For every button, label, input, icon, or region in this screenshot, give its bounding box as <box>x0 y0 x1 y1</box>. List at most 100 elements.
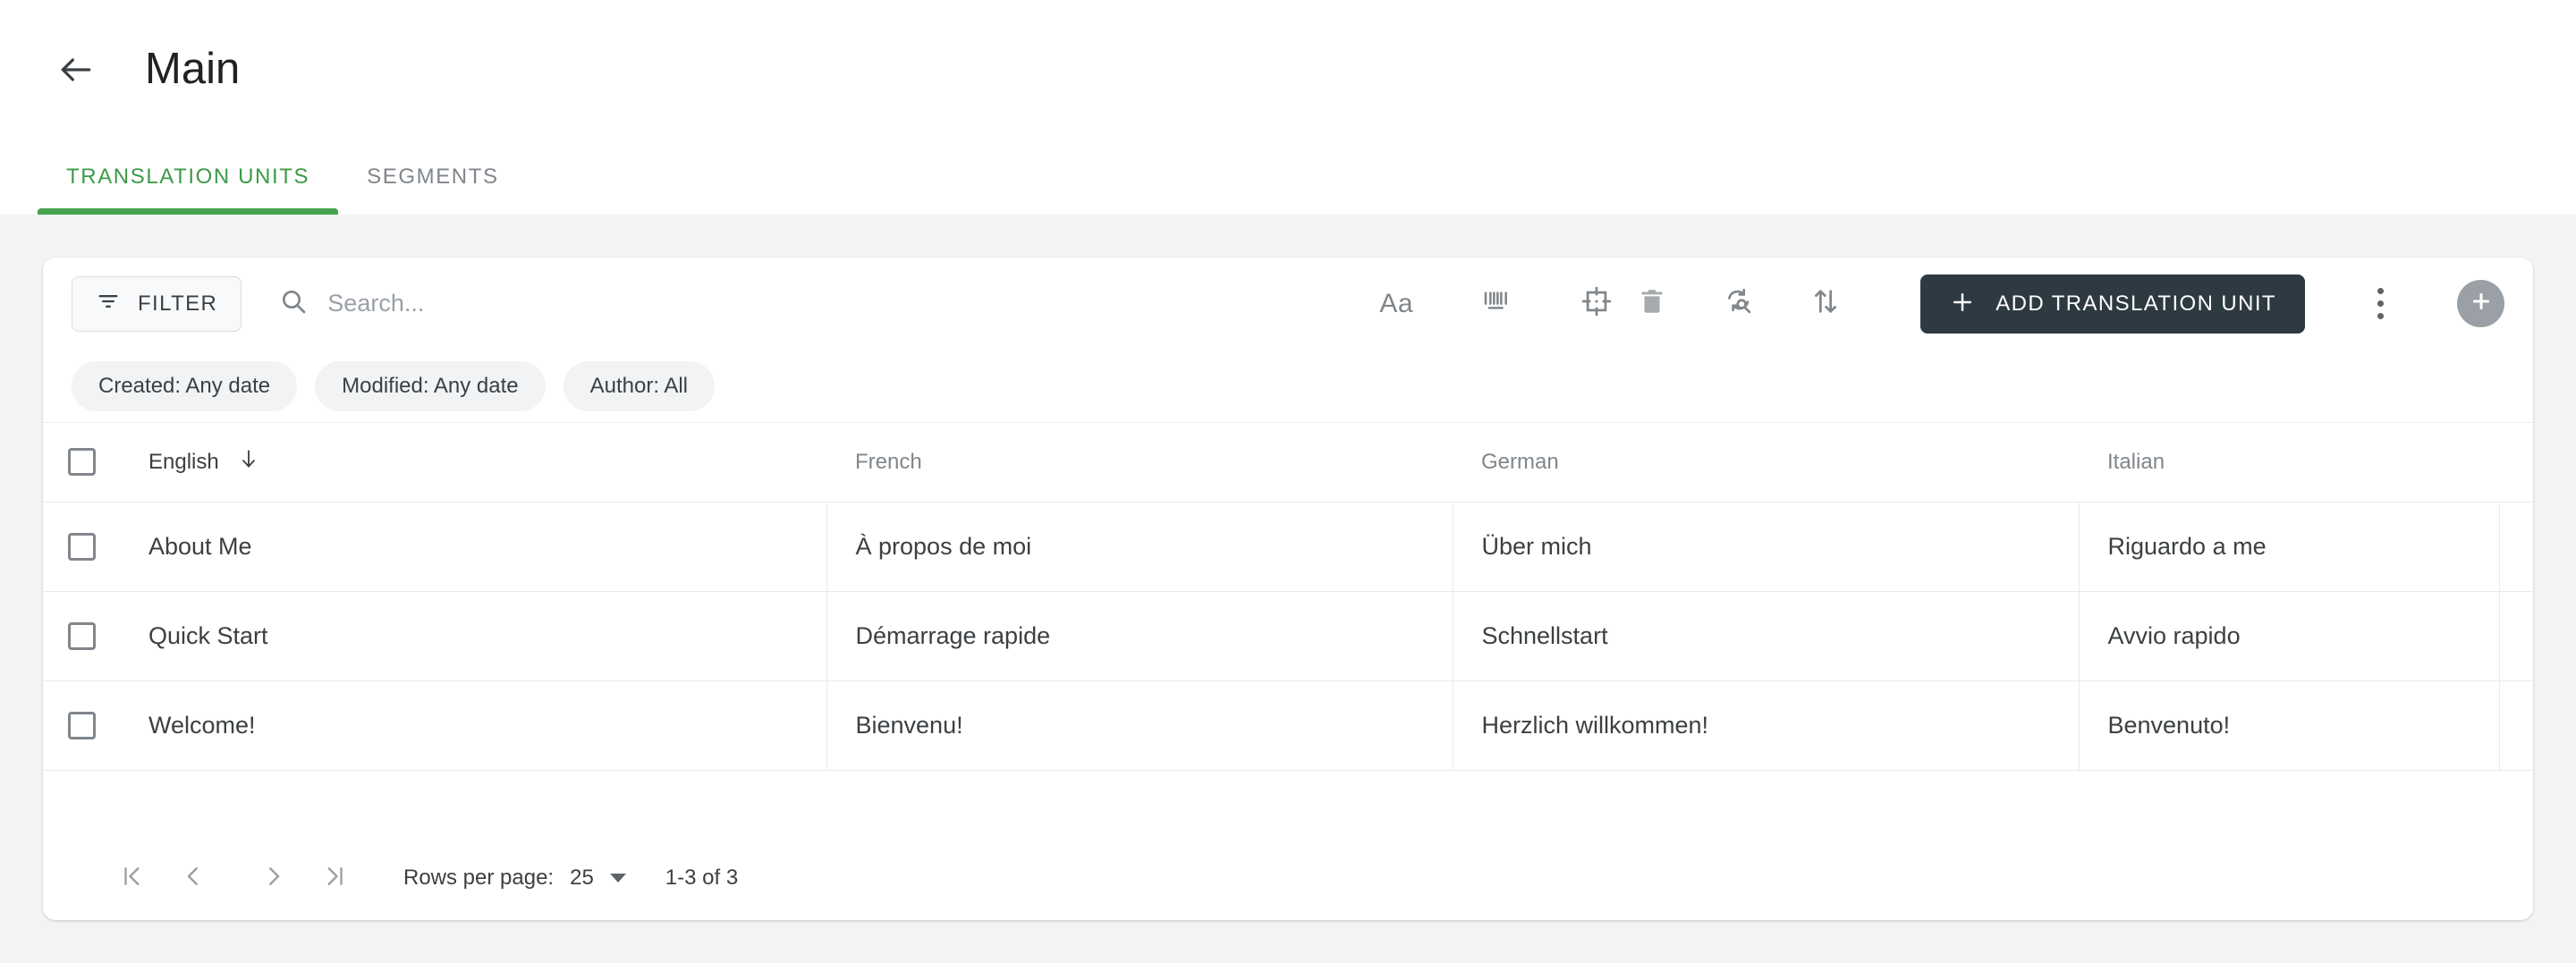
table-row[interactable]: Quick Start Démarrage rapide Schnellstar… <box>43 591 2533 681</box>
barcode-button[interactable] <box>1469 276 1524 332</box>
table-paginator: Rows per page: 25 1-3 of 3 <box>43 836 2533 920</box>
sort-arrows-icon <box>1810 286 1841 321</box>
column-header-extra <box>2499 423 2533 503</box>
row-checkbox[interactable] <box>67 711 96 739</box>
cell-french-text: À propos de moi <box>855 532 1032 560</box>
search-area <box>279 287 1368 320</box>
more-vertical-icon <box>2377 313 2384 319</box>
tab-segments[interactable]: SEGMENTS <box>338 139 527 215</box>
selection-target-button[interactable] <box>1569 276 1624 332</box>
add-circle-button[interactable] <box>2457 280 2504 327</box>
chip-author[interactable]: Author: All <box>563 360 716 411</box>
translation-units-card: FILTER Aa <box>43 258 2533 920</box>
cell-english[interactable]: Quick Start <box>120 591 827 681</box>
rows-per-page-label: Rows per page: <box>403 866 555 890</box>
page-content: FILTER Aa <box>0 215 2576 963</box>
cell-extra <box>2499 502 2533 592</box>
row-checkbox[interactable] <box>67 532 96 561</box>
cell-italian[interactable]: Benvenuto! <box>2079 680 2500 771</box>
find-replace-icon <box>1724 286 1754 321</box>
previous-page-button[interactable] <box>163 848 224 908</box>
tab-translation-units[interactable]: TRANSLATION UNITS <box>38 139 339 215</box>
table-row[interactable]: Welcome! Bienvenu! Herzlich willkommen! … <box>43 680 2533 771</box>
table-scroll-container[interactable]: English French German Italian About Me À… <box>43 423 2533 836</box>
cell-french[interactable]: Bienvenu! <box>826 680 1453 771</box>
next-page-button[interactable] <box>243 848 304 908</box>
cell-english-text: Quick Start <box>148 621 268 649</box>
page-title: Main <box>145 45 241 93</box>
column-header-french-label: French <box>855 449 922 474</box>
find-replace-button[interactable] <box>1711 276 1767 332</box>
cell-english[interactable]: About Me <box>120 502 827 592</box>
sort-button[interactable] <box>1798 276 1853 332</box>
row-checkbox[interactable] <box>67 621 96 650</box>
cell-german[interactable]: Schnellstart <box>1453 591 2080 681</box>
add-translation-unit-button[interactable]: ADD TRANSLATION UNIT <box>1920 274 2305 334</box>
search-input[interactable] <box>327 290 793 317</box>
chevron-down-icon[interactable] <box>609 874 626 883</box>
barcode-icon <box>1482 287 1511 320</box>
next-page-icon <box>260 863 287 894</box>
select-all-checkbox[interactable] <box>67 448 96 477</box>
chip-author-label: Author: All <box>589 373 689 398</box>
cell-german[interactable]: Über mich <box>1453 502 2080 592</box>
select-all-header <box>43 423 120 503</box>
cell-italian[interactable]: Avvio rapido <box>2079 591 2500 681</box>
cell-french-text: Bienvenu! <box>855 711 963 739</box>
filter-button[interactable]: FILTER <box>72 275 242 332</box>
cell-extra <box>2499 680 2533 771</box>
first-page-icon <box>119 863 146 894</box>
cell-french[interactable]: À propos de moi <box>826 502 1453 592</box>
table-action-icons: ADD TRANSLATION UNIT <box>1624 274 2504 334</box>
cell-italian[interactable]: Riguardo a me <box>2079 502 2500 592</box>
table-toolbar: FILTER Aa <box>43 258 2533 350</box>
cell-italian-text: Avvio rapido <box>2107 621 2241 649</box>
filter-icon <box>96 289 121 318</box>
table-header: English French German Italian <box>43 423 2533 503</box>
translation-units-table: English French German Italian About Me À… <box>43 423 2533 771</box>
row-select-cell <box>43 680 120 771</box>
cell-german-text: Schnellstart <box>1481 621 1608 649</box>
search-option-icons: Aa <box>1368 276 1624 332</box>
tab-translation-units-label: TRANSLATION UNITS <box>66 164 310 189</box>
rows-per-page-value[interactable]: 25 <box>570 866 594 891</box>
cell-german[interactable]: Herzlich willkommen! <box>1453 680 2080 771</box>
add-circle-icon <box>2469 289 2494 318</box>
cell-italian-text: Riguardo a me <box>2107 532 2267 560</box>
match-case-label: Aa <box>1379 288 1414 318</box>
chip-modified-label: Modified: Any date <box>342 373 519 398</box>
column-header-french[interactable]: French <box>826 423 1453 503</box>
back-button[interactable] <box>43 37 109 103</box>
column-header-german-label: German <box>1481 449 1559 474</box>
plus-icon <box>1949 289 1976 318</box>
column-header-german[interactable]: German <box>1453 423 2079 503</box>
column-header-english[interactable]: English <box>120 423 826 503</box>
column-header-english-label: English <box>148 449 219 474</box>
chip-modified[interactable]: Modified: Any date <box>315 360 546 411</box>
trash-icon <box>1637 286 1667 321</box>
row-select-cell <box>43 591 120 681</box>
cell-english[interactable]: Welcome! <box>120 680 827 771</box>
table-row[interactable]: About Me À propos de moi Über mich Rigua… <box>43 502 2533 592</box>
app-header: Main <box>0 0 2576 139</box>
first-page-button[interactable] <box>102 848 163 908</box>
cell-german-text: Herzlich willkommen! <box>1481 711 1709 739</box>
cell-french[interactable]: Démarrage rapide <box>826 591 1453 681</box>
more-options-button[interactable] <box>2356 276 2404 332</box>
last-page-button[interactable] <box>304 848 365 908</box>
more-vertical-icon <box>2377 300 2384 307</box>
search-icon[interactable] <box>279 287 308 320</box>
pagination-range-label: 1-3 of 3 <box>665 866 739 890</box>
cell-french-text: Démarrage rapide <box>855 621 1051 649</box>
filter-button-label: FILTER <box>138 291 218 316</box>
cell-english-text: About Me <box>148 532 252 560</box>
column-header-italian[interactable]: Italian <box>2079 423 2499 503</box>
chip-created[interactable]: Created: Any date <box>72 360 298 411</box>
table-body: About Me À propos de moi Über mich Rigua… <box>43 502 2533 771</box>
arrow-left-icon <box>56 50 96 89</box>
active-filter-chips: Created: Any date Modified: Any date Aut… <box>43 350 2533 423</box>
match-case-button[interactable]: Aa <box>1368 276 1424 332</box>
delete-button[interactable] <box>1624 276 1680 332</box>
cell-extra <box>2499 591 2533 681</box>
column-header-italian-label: Italian <box>2107 449 2165 474</box>
